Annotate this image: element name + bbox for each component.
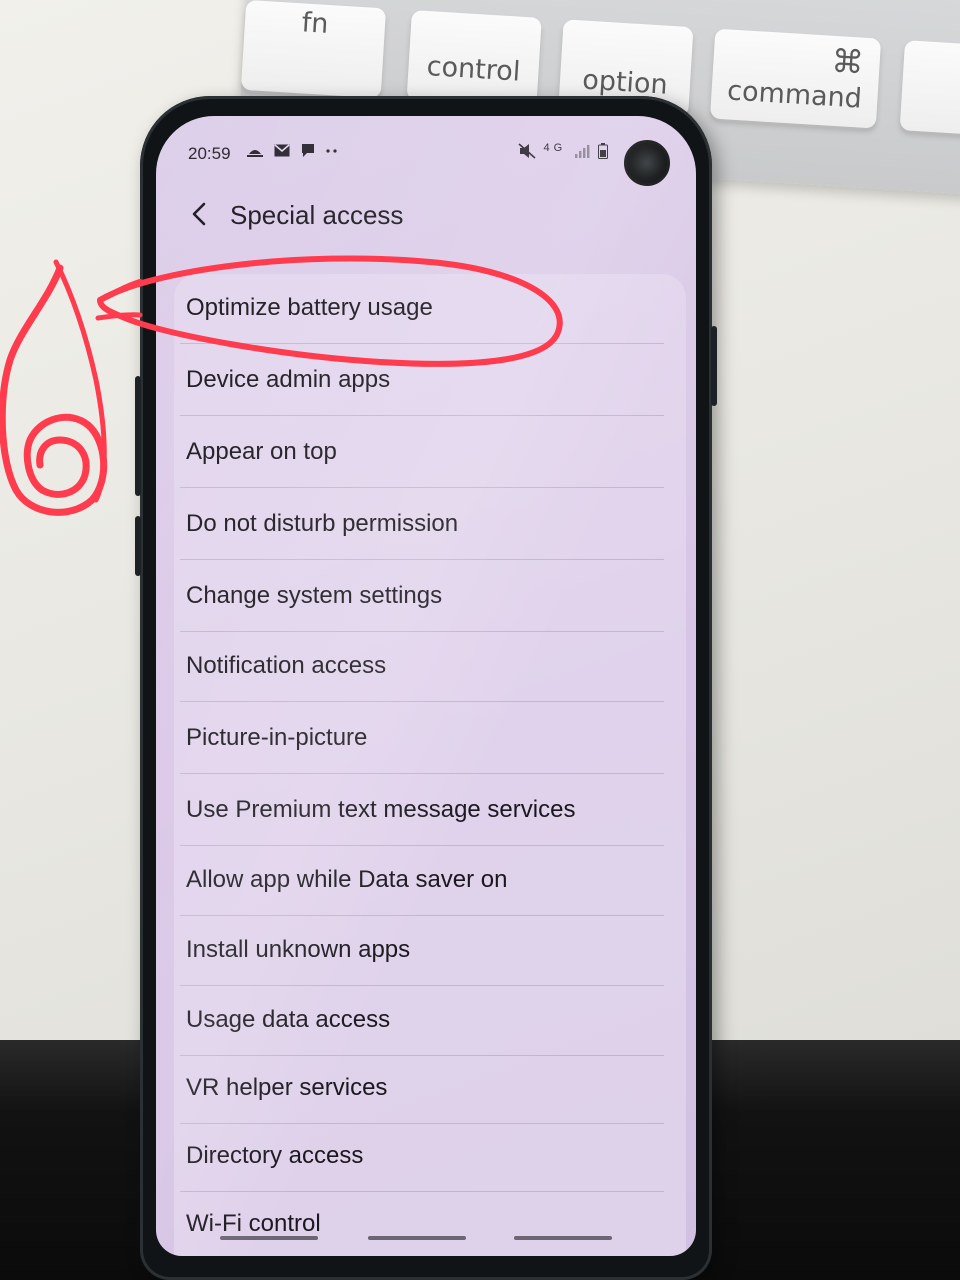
- side-button: [135, 516, 141, 576]
- list-item-do-not-disturb-permission[interactable]: Do not disturb permission: [174, 490, 674, 560]
- system-icons: 4G: [518, 142, 608, 160]
- list-item-premium-text-message-services[interactable]: Use Premium text message services: [174, 776, 674, 846]
- battery-icon: [598, 143, 608, 160]
- list-item-wifi-control[interactable]: Wi-Fi control: [174, 1190, 674, 1240]
- list-item-appear-on-top[interactable]: Appear on top: [174, 418, 674, 488]
- page-title: Special access: [230, 200, 404, 230]
- list-item-optimize-battery-usage[interactable]: Optimize battery usage: [174, 274, 674, 344]
- nav-recents-button[interactable]: [220, 1236, 318, 1240]
- list-item-notification-access[interactable]: Notification access: [174, 632, 674, 702]
- network-type: 4G: [543, 142, 567, 154]
- phone-screen: 20:59 4G Special access Optimize battery…: [156, 116, 696, 1256]
- settings-list-card: Optimize battery usage Device admin apps…: [174, 274, 686, 1256]
- key-command: ⌘ command: [709, 28, 882, 129]
- nav-back-button[interactable]: [514, 1236, 612, 1240]
- list-item-directory-access[interactable]: Directory access: [174, 1122, 674, 1192]
- list-item-device-admin-apps[interactable]: Device admin apps: [174, 346, 674, 416]
- key-space: [899, 40, 960, 138]
- mute-icon: [518, 143, 536, 159]
- notification-icons: [246, 142, 339, 160]
- list-item-usage-data-access[interactable]: Usage data access: [174, 986, 674, 1056]
- list-item-install-unknown-apps[interactable]: Install unknown apps: [174, 916, 674, 986]
- status-bar: 20:59 4G: [188, 142, 608, 172]
- key-control: control: [406, 10, 542, 108]
- list-item-data-saver[interactable]: Allow app while Data saver on: [174, 846, 674, 916]
- divider: [180, 415, 664, 416]
- nav-home-button[interactable]: [368, 1236, 466, 1240]
- divider: [180, 487, 664, 488]
- key-fn: fn: [240, 0, 387, 99]
- app-bar: Special access: [186, 194, 646, 238]
- power-button: [711, 326, 717, 406]
- divider: [180, 343, 664, 344]
- back-icon[interactable]: [186, 196, 216, 232]
- list-item-picture-in-picture[interactable]: Picture-in-picture: [174, 704, 674, 774]
- divider: [180, 701, 664, 702]
- status-time: 20:59: [188, 144, 231, 163]
- divider: [180, 773, 664, 774]
- navigation-bar: [156, 1236, 696, 1246]
- front-camera-icon: [624, 140, 670, 186]
- phone: 20:59 4G Special access Optimize battery…: [135, 96, 717, 1280]
- more-notifications-icon: [326, 149, 337, 153]
- list-item-change-system-settings[interactable]: Change system settings: [174, 562, 674, 632]
- weather-icon: [247, 149, 263, 157]
- volume-button: [135, 376, 141, 496]
- gmail-icon: [274, 144, 290, 157]
- signal-icon: [575, 145, 590, 159]
- command-symbol-icon: ⌘: [830, 41, 865, 82]
- list-item-vr-helper-services[interactable]: VR helper services: [174, 1054, 674, 1124]
- divider: [180, 559, 664, 560]
- message-icon: [301, 144, 314, 158]
